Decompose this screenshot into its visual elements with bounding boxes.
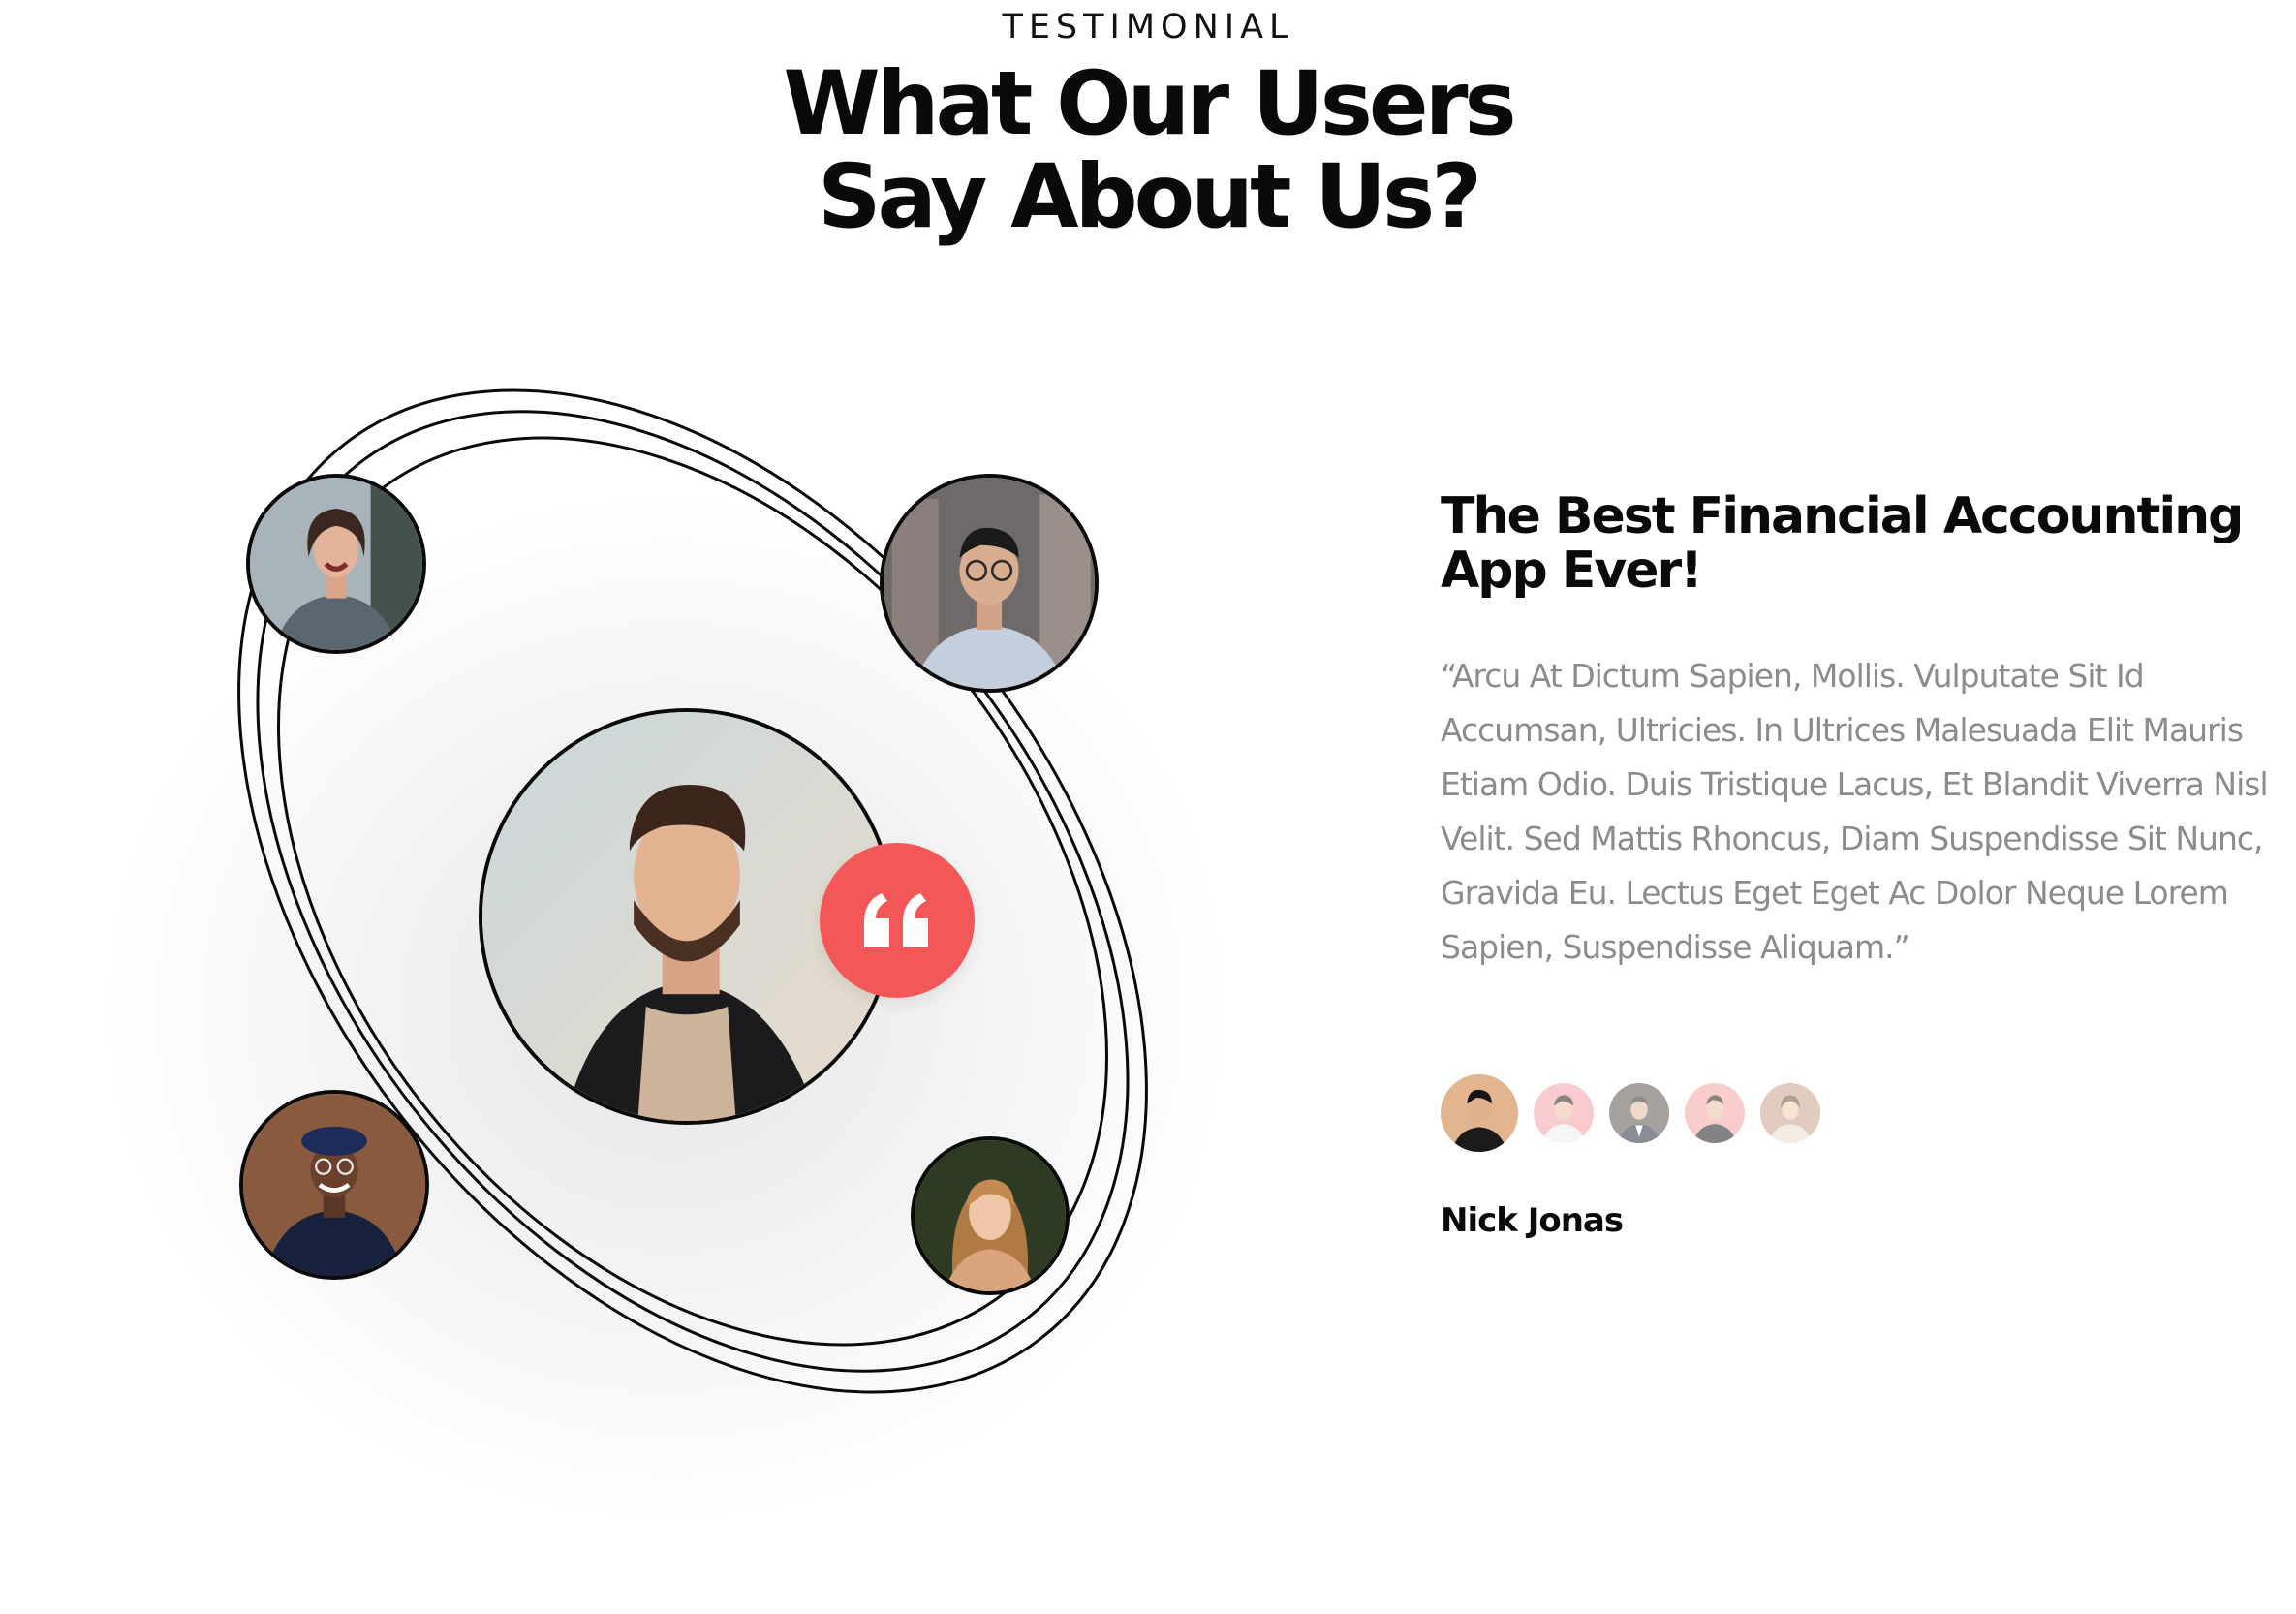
orbit-avatar-top-right — [880, 474, 1099, 693]
man-with-glasses-portrait — [884, 478, 1095, 689]
orbit-avatar-bottom-right — [911, 1136, 1070, 1295]
quote-icon — [864, 893, 928, 947]
reviewer-selector — [1441, 1072, 1820, 1154]
man-in-beret-portrait — [243, 1094, 425, 1276]
quote-badge — [820, 843, 975, 998]
testimonial-quote: “Arcu At Dictum Sapien, Mollis. Vulputat… — [1441, 657, 2269, 966]
testimonial-author: Nick Jonas — [1441, 1201, 1624, 1240]
orbit-avatar-top-left — [246, 474, 426, 654]
reviewer-thumb-2[interactable] — [1534, 1083, 1594, 1143]
blonde-woman-portrait — [915, 1140, 1066, 1291]
laughing-woman-portrait — [250, 478, 422, 650]
testimonial-title-line-1: The Best Financial Accounting — [1441, 487, 2244, 545]
orbit-avatar-bottom-left — [239, 1090, 429, 1280]
reviewer-thumb-3[interactable] — [1609, 1083, 1669, 1143]
testimonial-title-line-2: App Ever! — [1441, 542, 1703, 600]
reviewer-thumb-1[interactable] — [1441, 1074, 1518, 1152]
testimonial-title: The Best Financial Accounting App Ever! — [1441, 489, 2293, 598]
reviewer-thumb-5[interactable] — [1760, 1083, 1820, 1143]
reviewer-thumb-4[interactable] — [1685, 1083, 1745, 1143]
